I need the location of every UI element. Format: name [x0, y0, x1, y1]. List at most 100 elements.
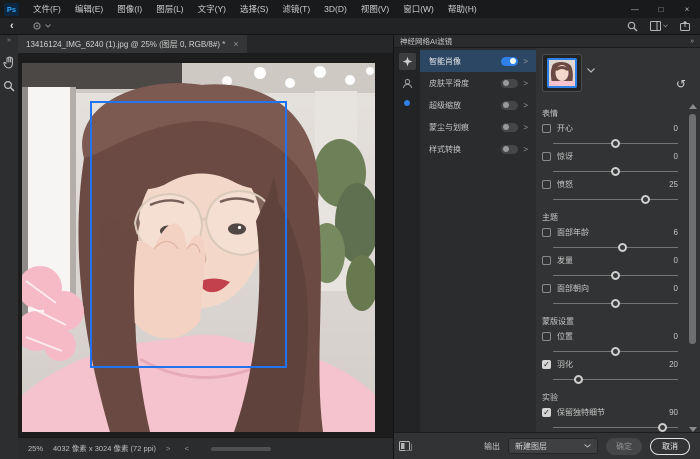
menu-item[interactable]: 滤镜(T) [275, 4, 317, 14]
canvas[interactable] [18, 53, 393, 437]
tool-preset-icon [32, 21, 42, 31]
slider[interactable] [553, 243, 678, 253]
slider-handle[interactable] [658, 423, 667, 432]
slider-value: 0 [674, 124, 678, 133]
neural-filters-panel: 神经网络AI滤镜 » 智能肖像>皮肤平滑度>超级缩放>蒙尘与划痕>样式转换> [393, 35, 700, 459]
minimize-button[interactable]: — [622, 0, 648, 18]
portrait-category[interactable] [399, 75, 416, 92]
filter-category-rail [394, 48, 420, 432]
slider-handle[interactable] [611, 139, 620, 148]
reset-icon[interactable]: ↺ [676, 78, 686, 90]
checkbox[interactable] [542, 332, 551, 341]
slider-handle[interactable] [574, 375, 583, 384]
tool-preset-picker[interactable] [32, 21, 51, 31]
checkbox[interactable]: ✓ [542, 360, 551, 369]
slider-handle[interactable] [641, 195, 650, 204]
photoshop-logo: Ps [4, 3, 19, 16]
menu-item[interactable]: 3D(D) [317, 4, 354, 14]
filter-item[interactable]: 超级缩放> [420, 94, 536, 116]
slider-handle[interactable] [611, 271, 620, 280]
output-value: 新建图层 [515, 441, 547, 452]
filter-item[interactable]: 蒙尘与划痕> [420, 116, 536, 138]
filter-toggle[interactable] [501, 57, 518, 66]
filter-label: 智能肖像 [429, 56, 496, 67]
menu-item[interactable]: 编辑(E) [68, 4, 110, 14]
slider-handle[interactable] [611, 299, 620, 308]
filter-item[interactable]: 皮肤平滑度> [420, 72, 536, 94]
maximize-button[interactable]: □ [648, 0, 674, 18]
filter-label: 蒙尘与划痕 [429, 122, 496, 133]
checkbox[interactable] [542, 152, 551, 161]
document-tab[interactable]: 13416124_IMG_6240 (1).jpg @ 25% (图层 0, R… [18, 35, 247, 53]
menu-bar: Ps 文件(F)编辑(E)图像(I)图层(L)文字(Y)选择(S)滤镜(T)3D… [0, 0, 700, 18]
filter-toggle[interactable] [501, 123, 518, 132]
output-select[interactable]: 新建图层 [508, 438, 598, 454]
close-button[interactable]: × [674, 0, 700, 18]
face-thumbnail[interactable] [547, 58, 577, 88]
slider-value: 0 [674, 152, 678, 161]
scrollbar-thumb[interactable] [689, 114, 696, 344]
workspace-switcher[interactable] [650, 21, 668, 31]
zoom-level[interactable]: 25% [28, 444, 43, 453]
cancel-button[interactable]: 取消 [650, 438, 690, 455]
menu-item[interactable]: 图像(I) [110, 4, 149, 14]
face-detection-box [90, 101, 287, 368]
slider-handle[interactable] [618, 243, 627, 252]
slider-label: 愤怒 [557, 179, 663, 190]
menu-item[interactable]: 视图(V) [354, 4, 396, 14]
hand-tool-button[interactable] [0, 52, 18, 72]
slider[interactable] [553, 299, 678, 309]
slider[interactable] [553, 423, 678, 432]
menu-item[interactable]: 文字(Y) [191, 4, 233, 14]
slider-row: 惊讶0 [542, 150, 678, 176]
preview-toggle-icon[interactable] [399, 440, 412, 452]
menu-item[interactable]: 窗口(W) [396, 4, 441, 14]
checkbox[interactable] [542, 124, 551, 133]
slider-label: 开心 [557, 123, 668, 134]
filter-item[interactable]: 智能肖像> [420, 50, 536, 72]
share-icon[interactable] [680, 21, 690, 31]
back-icon[interactable]: ‹ [10, 20, 14, 32]
slider[interactable] [553, 139, 678, 149]
menu-item[interactable]: 图层(L) [149, 4, 190, 14]
slider[interactable] [553, 375, 678, 385]
chevron-right-icon: > [523, 79, 528, 88]
collapse-tools-icon[interactable]: » [7, 37, 11, 44]
checkbox[interactable] [542, 180, 551, 189]
scroll-down-icon[interactable] [689, 427, 697, 432]
status-popup-icon[interactable]: > < [166, 444, 195, 453]
slider-track [553, 247, 678, 248]
zoom-tool-button[interactable] [0, 76, 18, 96]
slider-handle[interactable] [611, 347, 620, 356]
slider-handle[interactable] [611, 167, 620, 176]
settings-scrollbar[interactable] [688, 104, 697, 432]
tab-close-icon[interactable]: × [233, 39, 238, 49]
slider[interactable] [553, 347, 678, 357]
slider[interactable] [553, 167, 678, 177]
checkbox[interactable]: ✓ [542, 408, 551, 417]
face-thumbnail-frame[interactable] [542, 54, 582, 92]
filter-item[interactable]: 样式转换> [420, 138, 536, 160]
slider[interactable] [553, 195, 678, 205]
ok-button[interactable]: 确定 [606, 438, 642, 455]
menu-item[interactable]: 帮助(H) [441, 4, 484, 14]
checkbox[interactable] [542, 284, 551, 293]
filter-toggle[interactable] [501, 145, 518, 154]
filter-toggle[interactable] [501, 101, 518, 110]
checkbox[interactable] [542, 256, 551, 265]
slider-row: 发量0 [542, 254, 678, 280]
menu-item[interactable]: 选择(S) [233, 4, 275, 14]
all-filters-category[interactable] [399, 53, 416, 70]
filter-list: 智能肖像>皮肤平滑度>超级缩放>蒙尘与划痕>样式转换> [420, 48, 536, 432]
slider[interactable] [553, 271, 678, 281]
face-dropdown-icon[interactable] [587, 68, 595, 73]
horizontal-scrollbar[interactable] [211, 447, 271, 451]
checkbox[interactable] [542, 228, 551, 237]
search-icon[interactable] [627, 21, 638, 32]
panel-header: 神经网络AI滤镜 » [394, 35, 700, 48]
panel-menu-icon[interactable]: » [690, 38, 694, 45]
scroll-up-icon[interactable] [689, 104, 697, 109]
filter-toggle[interactable] [501, 79, 518, 88]
section-title: 主题 [542, 212, 678, 224]
menu-item[interactable]: 文件(F) [26, 4, 68, 14]
